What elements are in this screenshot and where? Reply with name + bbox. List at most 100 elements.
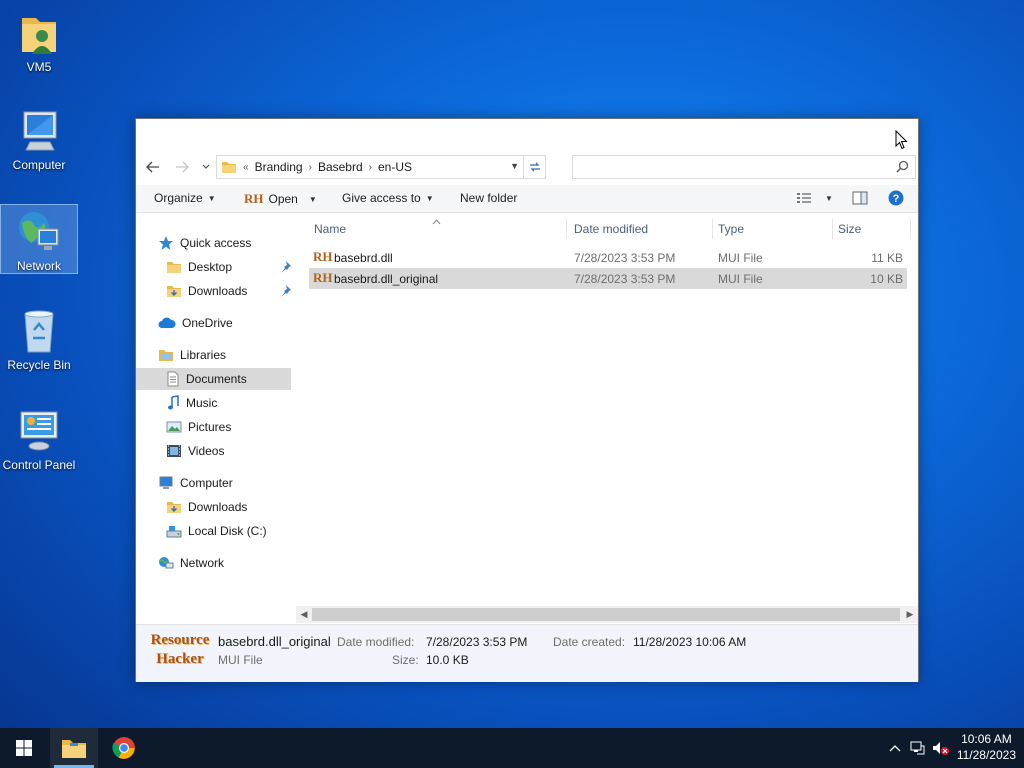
- column-header-type[interactable]: Type: [713, 219, 833, 239]
- resource-hacker-icon: RH: [313, 249, 333, 264]
- nav-label: Documents: [186, 372, 247, 386]
- search-icon[interactable]: [896, 160, 909, 176]
- nav-videos[interactable]: Videos: [166, 440, 224, 462]
- refresh-button[interactable]: [523, 156, 545, 178]
- search-box[interactable]: [572, 155, 916, 179]
- volume-muted-icon[interactable]: [930, 741, 952, 755]
- nav-documents[interactable]: Documents: [136, 368, 291, 390]
- desktop-icon-recycle-bin[interactable]: Recycle Bin: [0, 302, 78, 372]
- breadcrumb-overflow[interactable]: «: [237, 162, 251, 173]
- start-button[interactable]: [0, 728, 48, 768]
- pin-icon[interactable]: [278, 260, 292, 277]
- column-header-label: Type: [718, 222, 745, 236]
- scroll-left-icon[interactable]: ◀: [297, 608, 311, 621]
- command-toolbar: Organize ▼ RH Open ▼ Give access to ▼ Ne…: [136, 185, 918, 213]
- downloads-folder-icon: [167, 502, 181, 513]
- clock-time: 10:06 AM: [961, 732, 1012, 746]
- desktop-icon-vm5[interactable]: VM5: [0, 4, 78, 74]
- address-bar[interactable]: « Branding › Basebrd › en-US ▼: [216, 155, 546, 179]
- file-date: 7/28/2023 3:53 PM: [574, 272, 676, 286]
- file-type: MUI File: [718, 251, 763, 265]
- taskbar-chrome-button[interactable]: [100, 728, 148, 768]
- nav-onedrive[interactable]: OneDrive: [158, 312, 233, 334]
- nav-downloads[interactable]: Downloads: [166, 280, 247, 302]
- preview-pane-button[interactable]: [852, 191, 868, 205]
- computer-icon: [159, 476, 173, 489]
- network-icon: [159, 557, 174, 569]
- open-button[interactable]: RH Open ▼: [244, 191, 317, 207]
- desktop-icon-computer[interactable]: Computer: [0, 104, 78, 174]
- column-header-size[interactable]: Size: [833, 219, 911, 239]
- nav-pictures[interactable]: Pictures: [166, 416, 231, 438]
- nav-libraries[interactable]: Libraries: [158, 344, 226, 366]
- network-status-icon[interactable]: [904, 741, 930, 755]
- back-button[interactable]: [143, 157, 163, 177]
- desktop-icon-label: Control Panel: [2, 458, 76, 472]
- forward-button[interactable]: [172, 157, 192, 177]
- nav-music[interactable]: Music: [166, 392, 217, 414]
- clock[interactable]: 10:06 AM 11/28/2023: [957, 731, 1016, 763]
- desktop-icon-network[interactable]: Network: [0, 204, 78, 274]
- column-header-date[interactable]: Date modified: [569, 219, 713, 239]
- file-explorer-window[interactable]: « Branding › Basebrd › en-US ▼ Organize …: [135, 118, 919, 682]
- caret-down-icon: ▼: [207, 193, 216, 203]
- breadcrumb-item[interactable]: Basebrd: [314, 160, 367, 174]
- nav-local-disk[interactable]: Local Disk (C:): [166, 520, 267, 542]
- address-dropdown-icon[interactable]: ▼: [510, 161, 519, 171]
- organize-menu-button[interactable]: Organize ▼: [154, 191, 216, 205]
- file-row[interactable]: RH basebrd.dll_original 7/28/2023 3:53 P…: [309, 268, 907, 289]
- nav-label: Quick access: [180, 236, 252, 250]
- nav-desktop[interactable]: Desktop: [166, 256, 232, 278]
- user-folder-icon: [22, 18, 56, 54]
- open-label: Open: [268, 192, 298, 206]
- details-created-label: Date created:: [553, 635, 626, 649]
- system-tray: [886, 728, 952, 768]
- preview-pane-icon: [852, 191, 868, 205]
- desktop-icon-control-panel[interactable]: Control Panel: [0, 402, 78, 472]
- breadcrumb-separator-icon[interactable]: ›: [367, 162, 374, 173]
- details-view-icon: [797, 193, 811, 203]
- file-type: MUI File: [718, 272, 763, 286]
- nav-quick-access[interactable]: Quick access: [158, 232, 251, 254]
- videos-icon: [167, 445, 181, 457]
- change-view-button[interactable]: ▼: [796, 192, 833, 204]
- scroll-right-icon[interactable]: ▶: [903, 608, 917, 621]
- details-size-label: Size:: [392, 653, 419, 667]
- new-folder-button[interactable]: New folder: [460, 191, 517, 205]
- hard-drive-icon: [166, 526, 182, 538]
- nav-label: Computer: [180, 476, 233, 490]
- recent-locations-button[interactable]: [198, 157, 214, 177]
- nav-network[interactable]: Network: [158, 552, 224, 574]
- file-row[interactable]: RH basebrd.dll 7/28/2023 3:53 PM MUI Fil…: [309, 247, 907, 268]
- nav-label: Videos: [188, 444, 225, 458]
- clock-date: 11/28/2023: [956, 748, 1016, 762]
- caret-down-icon: ▼: [425, 193, 434, 203]
- give-access-label: Give access to: [342, 191, 421, 205]
- taskbar: 10:06 AM 11/28/2023: [0, 728, 1024, 768]
- desktop-icon-label: VM5: [26, 60, 52, 74]
- libraries-icon: [159, 350, 173, 361]
- recycle-bin-icon: [24, 310, 54, 353]
- search-input[interactable]: [573, 156, 883, 178]
- nav-computer[interactable]: Computer: [158, 472, 233, 494]
- caret-down-icon[interactable]: ▼: [309, 195, 317, 204]
- file-size: 10 KB: [870, 272, 903, 286]
- breadcrumb-item[interactable]: en-US: [374, 160, 416, 174]
- show-hidden-icons-button[interactable]: [886, 744, 904, 752]
- scrollbar-thumb[interactable]: [312, 608, 900, 621]
- breadcrumb-separator-icon[interactable]: ›: [307, 162, 314, 173]
- logo-text: Resource: [150, 632, 210, 648]
- taskbar-file-explorer-button[interactable]: [50, 728, 98, 768]
- details-file-name: basebrd.dll_original: [218, 634, 331, 649]
- breadcrumb-item[interactable]: Branding: [251, 160, 307, 174]
- pin-icon[interactable]: [278, 284, 292, 301]
- nav-computer-downloads[interactable]: Downloads: [166, 496, 247, 518]
- nav-label: Music: [186, 396, 218, 410]
- caret-down-icon[interactable]: ▼: [825, 194, 833, 203]
- help-button[interactable]: ?: [888, 190, 904, 206]
- horizontal-scrollbar[interactable]: ◀ ▶: [296, 606, 918, 623]
- chrome-icon: [112, 737, 135, 759]
- nav-label: Libraries: [180, 348, 227, 362]
- details-size-value: 10.0 KB: [426, 653, 469, 667]
- give-access-menu-button[interactable]: Give access to ▼: [342, 191, 434, 205]
